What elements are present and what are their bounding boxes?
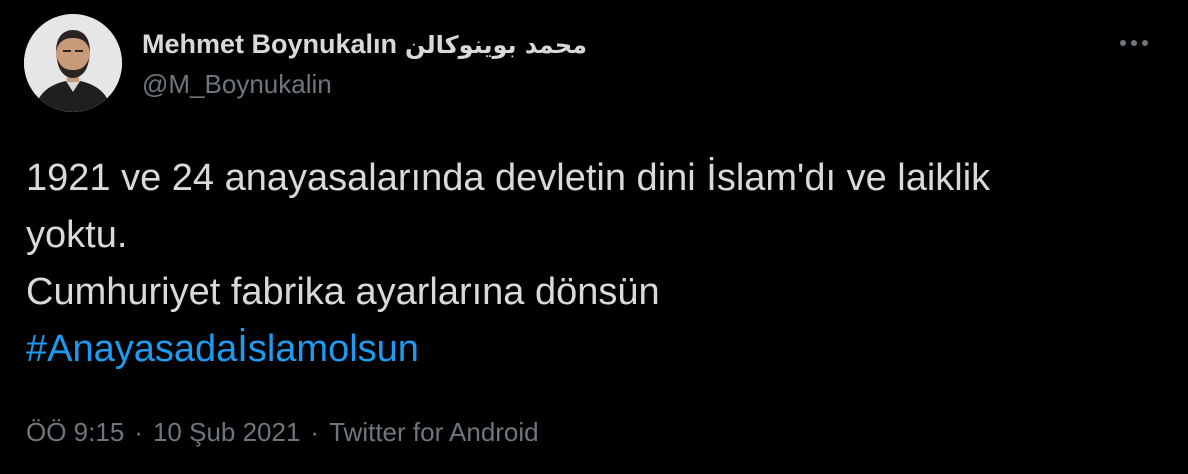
author-block: Mehmet Boynukalın محمد بوينوكالن @M_Boyn… xyxy=(142,28,587,99)
tweet-meta: ÖÖ 9:15 · 10 Şub 2021 · Twitter for Andr… xyxy=(26,414,539,450)
tweet-source[interactable]: Twitter for Android xyxy=(329,414,539,450)
tweet-card: Mehmet Boynukalın محمد بوينوكالن @M_Boyn… xyxy=(0,0,1188,474)
meta-separator: · xyxy=(310,417,320,447)
hashtag-link[interactable]: #Anayasadaİslamolsun xyxy=(26,321,419,378)
tweet-text-line: 1921 ve 24 anayasalarında devletin dini … xyxy=(26,157,991,199)
more-horizontal-icon xyxy=(1120,40,1148,46)
author-handle[interactable]: @M_Boynukalin xyxy=(142,69,587,99)
tweet-text-line: Cumhuriyet fabrika ayarlarına dönsün xyxy=(26,271,660,313)
author-display-name[interactable]: Mehmet Boynukalın محمد بوينوكالن xyxy=(142,28,587,61)
meta-separator: · xyxy=(134,417,143,447)
user-avatar[interactable] xyxy=(24,14,122,112)
tweet-time[interactable]: ÖÖ 9:15 xyxy=(26,414,124,450)
more-options-button[interactable] xyxy=(1114,28,1154,58)
tweet-text-line: yoktu. xyxy=(26,214,128,256)
tweet-date[interactable]: 10 Şub 2021 xyxy=(153,414,300,450)
tweet-text: 1921 ve 24 anayasalarında devletin dini … xyxy=(26,150,1148,378)
author-name-latin: Mehmet Boynukalın xyxy=(142,29,398,59)
avatar-portrait-icon xyxy=(24,14,122,112)
author-name-arabic: محمد بوينوكالن xyxy=(405,31,588,59)
